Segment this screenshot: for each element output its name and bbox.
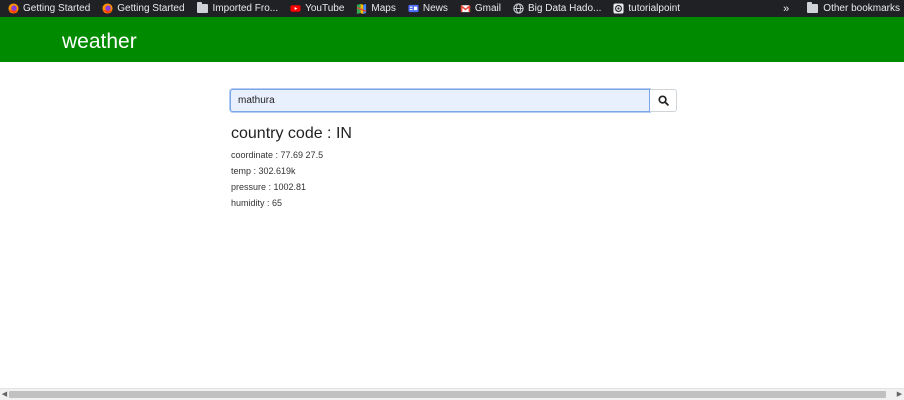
news-icon [408, 4, 419, 13]
pressure-text: pressure : 1002.81 [231, 182, 307, 192]
bookmark-label: Maps [371, 3, 396, 14]
scrollbar-thumb[interactable] [9, 391, 886, 398]
bookmark-youtube[interactable]: YouTube [290, 3, 344, 14]
country-code: country code : IN [231, 125, 352, 142]
bookmark-label: Big Data Hado... [528, 3, 602, 14]
bookmark-maps[interactable]: Maps [356, 3, 396, 14]
tutorialpoint-icon [613, 3, 624, 14]
search-group [230, 89, 677, 112]
weather-results: country code : IN coordinate : 77.69 27.… [231, 125, 352, 211]
bookmarks-bar: Getting Started Getting Started Imported… [0, 0, 904, 17]
folder-icon [196, 2, 208, 13]
firefox-icon [8, 3, 19, 14]
youtube-icon [290, 5, 301, 12]
bookmark-tutorialpoint[interactable]: tutorialpoint [613, 3, 680, 14]
bookmark-label: YouTube [305, 3, 345, 14]
bookmark-label: Getting Started [117, 3, 185, 14]
browser-viewport: Getting Started Getting Started Imported… [0, 0, 904, 400]
coordinate-text: coordinate : 77.69 27.5 [231, 150, 324, 160]
scroll-left-arrow-icon[interactable]: ◀ [1, 390, 8, 399]
search-button[interactable] [650, 89, 677, 112]
maps-icon [357, 3, 367, 14]
horizontal-scrollbar[interactable]: ◀ ▶ [0, 388, 904, 400]
bookmark-getting-started-2[interactable]: Getting Started [102, 3, 185, 14]
bookmarks-overflow-button[interactable]: » [783, 3, 789, 15]
firefox-icon [102, 3, 113, 14]
bookmark-imported-from[interactable]: Imported Fro... [196, 2, 279, 14]
search-input[interactable] [230, 89, 650, 112]
globe-icon [513, 3, 524, 14]
temperature-text: temp : 302.619k [231, 166, 296, 176]
bookmark-label: Gmail [474, 3, 501, 14]
gmail-icon [460, 5, 471, 13]
bookmark-gmail[interactable]: Gmail [460, 3, 501, 14]
scroll-right-arrow-icon[interactable]: ▶ [896, 390, 903, 399]
bookmark-getting-started-1[interactable]: Getting Started [8, 3, 90, 14]
other-bookmarks-label: Other bookmarks [823, 3, 900, 14]
other-bookmarks[interactable]: Other bookmarks [807, 2, 900, 14]
bookmark-label: Imported Fro... [212, 3, 279, 14]
bookmark-label: Getting Started [23, 3, 91, 14]
bookmark-label: tutorialpoint [628, 3, 681, 14]
humidity-text: humidity : 65 [231, 198, 283, 208]
folder-icon [807, 2, 819, 13]
bookmarks-right: » Other bookmarks [783, 0, 900, 17]
app-header: weather [0, 17, 904, 62]
bookmark-big-data-hadoop[interactable]: Big Data Hado... [513, 3, 601, 14]
bookmark-label: News [422, 3, 448, 14]
app-title[interactable]: weather [62, 31, 137, 52]
bookmark-news[interactable]: News [408, 3, 448, 14]
search-icon [657, 95, 669, 106]
